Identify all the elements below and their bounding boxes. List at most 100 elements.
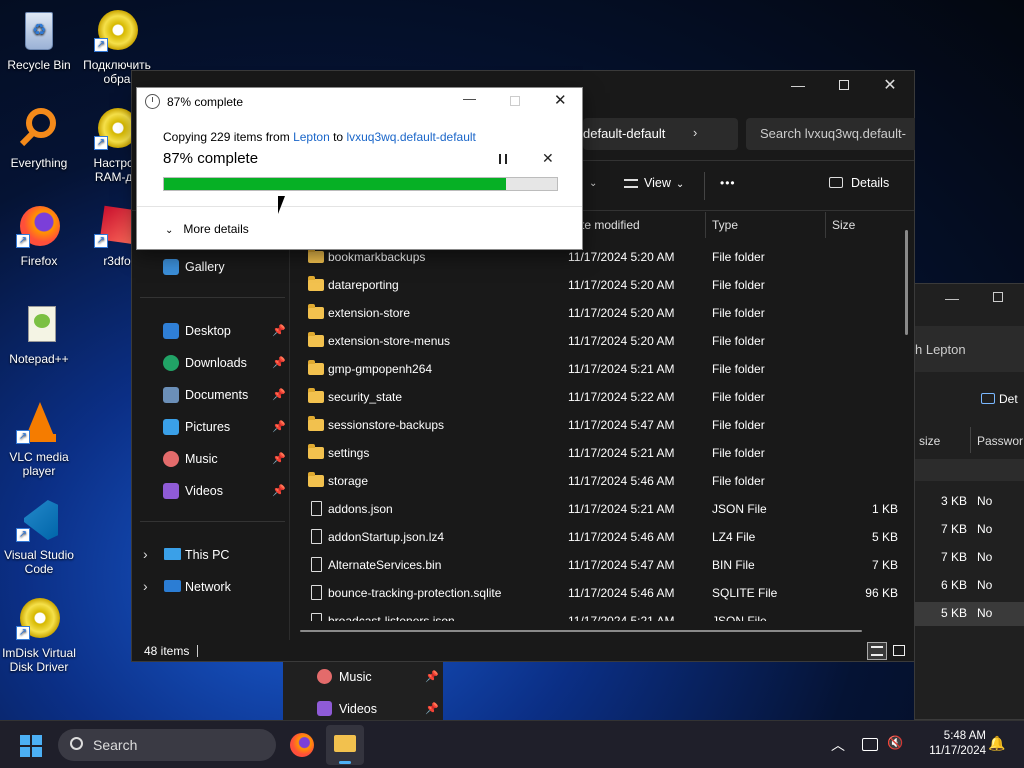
sidebar-item-desktop[interactable]: Desktop 📌 <box>160 317 290 345</box>
minimize-icon[interactable]: — <box>463 91 476 106</box>
taskbar-search[interactable]: Search <box>58 729 276 761</box>
maximize-icon[interactable] <box>821 70 867 100</box>
file-type: File folder <box>712 250 765 264</box>
file-type: JSON File <box>712 614 767 621</box>
sidebar-item-videos[interactable]: Videos 📌 <box>160 477 290 505</box>
vertical-scrollbar[interactable] <box>905 230 908 335</box>
videos-icon <box>163 483 179 499</box>
search-text: h Lepton <box>915 342 966 357</box>
table-row[interactable]: 6 KB No <box>915 574 1024 598</box>
sidebar-item-downloads[interactable]: Downloads 📌 <box>160 349 290 377</box>
vscode-icon: ↗ <box>16 498 62 544</box>
destination-link[interactable]: lvxuq3wq.default-default <box>346 130 475 144</box>
more-options-button[interactable]: ••• <box>720 176 736 190</box>
sidebar-item-network[interactable]: › Network <box>140 573 290 601</box>
sidebar-item-gallery[interactable]: Gallery <box>160 253 290 281</box>
cancel-icon[interactable]: ✕ <box>542 150 554 167</box>
file-date: 11/17/2024 5:20 AM <box>568 306 675 320</box>
column-size[interactable]: size <box>919 434 940 448</box>
pin-icon[interactable]: 📌 <box>272 484 286 497</box>
file-row[interactable]: storage 11/17/2024 5:46 AM File folder <box>300 467 905 495</box>
pin-icon[interactable]: 📌 <box>272 388 286 401</box>
column-password[interactable]: Passwor <box>977 434 1023 448</box>
close-icon[interactable]: ✕ <box>554 91 567 109</box>
file-row[interactable]: sessionstore-backups 11/17/2024 5:47 AM Fi… <box>300 411 905 439</box>
table-row[interactable]: 3 KB No <box>915 490 1024 514</box>
file-row[interactable]: broadcast-listeners.json 11/17/2024 5:21 … <box>300 607 905 621</box>
tiles-view-toggle[interactable] <box>890 642 908 660</box>
source-link[interactable]: Lepton <box>293 130 330 144</box>
desktop-icon-vlc[interactable]: ↗ VLC media player <box>0 400 78 478</box>
minimize-icon[interactable]: — <box>775 70 821 100</box>
chevron-right-icon[interactable]: › <box>143 578 148 594</box>
column-size[interactable]: Size <box>832 212 855 238</box>
minimize-icon[interactable]: — <box>945 290 959 306</box>
desktop-icon-firefox[interactable]: ↗ Firefox <box>0 204 78 268</box>
pin-icon[interactable]: 📌 <box>272 324 286 337</box>
pin-icon[interactable]: 📌 <box>272 452 286 465</box>
file-name: sessionstore-backups <box>328 418 445 432</box>
details-pane-button[interactable]: Details <box>829 176 889 190</box>
table-row[interactable]: 5 KB No <box>915 602 1024 626</box>
file-row[interactable]: extension-store 11/17/2024 5:20 AM File fo… <box>300 299 905 327</box>
folder-icon <box>308 388 324 403</box>
more-details-toggle[interactable]: ⌄ More details <box>165 222 249 236</box>
date: 11/17/2024 <box>929 745 986 757</box>
disc-icon: ↗ <box>16 596 62 642</box>
sidebar-item-pictures[interactable]: Pictures 📌 <box>160 413 290 441</box>
view-button[interactable]: View ⌄ <box>624 176 694 196</box>
details-view-toggle[interactable] <box>867 642 887 660</box>
file-name: settings <box>328 446 370 460</box>
close-icon[interactable]: ✕ <box>867 70 913 100</box>
desktop-icon-imdisk[interactable]: ↗ ImDisk Virtual Disk Driver <box>0 596 78 674</box>
file-explorer-taskbar-icon[interactable] <box>326 725 364 765</box>
desktop-icon-recycle-bin[interactable]: ♻ Recycle Bin <box>0 8 78 72</box>
start-button[interactable] <box>20 735 42 757</box>
chevron-up-icon[interactable]: ︿ <box>831 735 845 755</box>
pin-icon[interactable]: 📌 <box>272 420 286 433</box>
file-row[interactable]: security_state 11/17/2024 5:22 AM File fol… <box>300 383 905 411</box>
table-row[interactable]: 7 KB No <box>915 546 1024 570</box>
details-button[interactable]: Det <box>981 392 1018 406</box>
row-password: No <box>977 606 993 620</box>
address-bar[interactable]: default-default › <box>583 118 738 150</box>
file-row[interactable]: gmp-gmpopenh264 11/17/2024 5:21 AM File fo… <box>300 355 905 383</box>
desktop-icon-vscode[interactable]: ↗ Visual Studio Code <box>0 498 78 576</box>
notification-bell-icon[interactable]: 🔔 <box>988 735 1005 752</box>
file-row[interactable]: addonStartup.json.lz4 11/17/2024 5:46 AM L… <box>300 523 905 551</box>
view-label: View <box>644 176 671 190</box>
chevron-right-icon[interactable]: › <box>693 125 697 140</box>
firefox-taskbar-icon[interactable] <box>290 733 314 757</box>
file-row[interactable]: datareporting 11/17/2024 5:20 AM File fold… <box>300 271 905 299</box>
file-name: gmp-gmpopenh264 <box>328 362 433 376</box>
pause-icon[interactable] <box>499 154 507 164</box>
file-date: 11/17/2024 5:21 AM <box>568 614 675 621</box>
clock[interactable]: 5:48 AM 11/17/2024 <box>912 729 986 759</box>
search-box[interactable]: h Lepton <box>915 326 1024 372</box>
sidebar-item-videos[interactable]: Videos 📌 <box>317 697 439 721</box>
file-row[interactable]: bounce-tracking-protection.sqlite 11/17/2… <box>300 579 905 607</box>
file-row[interactable]: settings 11/17/2024 5:21 AM File folder <box>300 439 905 467</box>
volume-muted-icon[interactable]: 🔇 <box>887 735 903 751</box>
file-row[interactable]: AlternateServices.bin 11/17/2024 5:47 AM B… <box>300 551 905 579</box>
sidebar-item-music[interactable]: Music 📌 <box>317 665 439 689</box>
search-icon <box>70 737 83 750</box>
maximize-icon[interactable] <box>993 292 1003 302</box>
file-row[interactable]: addons.json 11/17/2024 5:21 AM JSON File 1 … <box>300 495 905 523</box>
chevron-right-icon[interactable]: › <box>143 546 148 562</box>
network-status-icon[interactable] <box>862 738 878 751</box>
sidebar-item-this-pc[interactable]: › This PC <box>140 541 290 569</box>
sidebar-item-documents[interactable]: Documents 📌 <box>160 381 290 409</box>
horizontal-scrollbar[interactable] <box>300 630 862 632</box>
search-input[interactable]: Search lvxuq3wq.default- <box>746 118 915 150</box>
file-date: 11/17/2024 5:20 AM <box>568 334 675 348</box>
chevron-down-icon[interactable]: ⌄ <box>589 178 597 189</box>
column-type[interactable]: Type <box>712 212 738 238</box>
sidebar-item-music[interactable]: Music 📌 <box>160 445 290 473</box>
desktop-icon-everything[interactable]: Everything <box>0 106 78 170</box>
file-row[interactable]: extension-store-menus 11/17/2024 5:20 AM F… <box>300 327 905 355</box>
column-date-modified[interactable]: te modified <box>581 212 640 238</box>
desktop-icon-notepadpp[interactable]: Notepad++ <box>0 302 78 366</box>
table-row[interactable]: 7 KB No <box>915 518 1024 542</box>
pin-icon[interactable]: 📌 <box>272 356 286 369</box>
